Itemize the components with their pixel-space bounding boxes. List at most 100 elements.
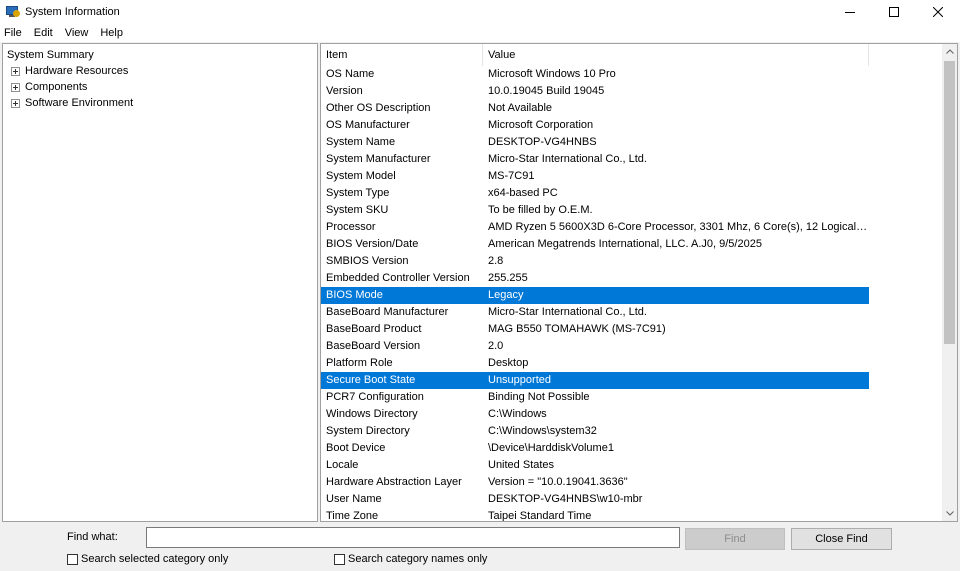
menu-file[interactable]: File: [0, 27, 28, 39]
cell-value: Binding Not Possible: [488, 391, 590, 403]
cell-value: C:\Windows: [488, 408, 547, 420]
table-row[interactable]: Secure Boot State Unsupported: [321, 372, 943, 389]
cell-value: Desktop: [488, 357, 529, 369]
tree-item-label: Components: [25, 81, 88, 93]
expand-icon[interactable]: [11, 82, 20, 92]
search-selected-checkbox[interactable]: Search selected category only: [67, 553, 228, 565]
cell-item: System SKU: [326, 204, 389, 216]
expand-icon[interactable]: [11, 98, 20, 108]
table-row[interactable]: Windows Directory C:\Windows: [321, 406, 943, 423]
table-row[interactable]: System SKU To be filled by O.E.M.: [321, 202, 943, 219]
maximize-icon: [889, 7, 899, 17]
expand-icon[interactable]: [11, 66, 20, 76]
table-row[interactable]: Embedded Controller Version 255.255: [321, 270, 943, 287]
table-row[interactable]: Time Zone Taipei Standard Time: [321, 508, 943, 521]
table-row[interactable]: BIOS Version/Date American Megatrends Int…: [321, 236, 943, 253]
cell-value: DESKTOP-VG4HNBS: [488, 136, 597, 148]
cell-item: Windows Directory: [326, 408, 418, 420]
tree-item-system-summary[interactable]: System Summary: [7, 47, 94, 63]
table-row[interactable]: PCR7 Configuration Binding Not Possible: [321, 389, 943, 406]
menu-bar: File Edit View Help: [0, 24, 960, 42]
find-label: Find what:: [67, 531, 118, 543]
scroll-up-button[interactable]: [942, 44, 957, 59]
cell-item: Locale: [326, 459, 359, 471]
tree-item-label: System Summary: [7, 49, 94, 61]
find-bar: Find what: Find Close Find Search select…: [0, 524, 960, 571]
cell-item: User Name: [326, 493, 382, 505]
cell-value: To be filled by O.E.M.: [488, 204, 593, 216]
cell-item: System Directory: [326, 425, 410, 437]
table-row[interactable]: BaseBoard Version 2.0: [321, 338, 943, 355]
find-input[interactable]: [146, 527, 680, 548]
tree-item-components[interactable]: Components: [11, 79, 87, 95]
checkbox-label: Search selected category only: [81, 553, 229, 565]
cell-value: 2.0: [488, 340, 504, 352]
table-row[interactable]: BaseBoard Product MAG B550 TOMAHAWK (MS-7…: [321, 321, 943, 338]
table-row[interactable]: System Manufacturer Micro-Star Internatio…: [321, 151, 943, 168]
vertical-scrollbar[interactable]: [942, 44, 957, 521]
cell-value: Not Available: [488, 102, 553, 114]
cell-item: Other OS Description: [326, 102, 431, 114]
maximize-button[interactable]: [872, 0, 916, 24]
table-row[interactable]: Locale United States: [321, 457, 943, 474]
cell-item: BIOS Mode: [321, 287, 483, 304]
table-row[interactable]: OS Name Microsoft Windows 10 Pro: [321, 66, 943, 83]
title-bar: System Information: [0, 0, 960, 24]
find-button[interactable]: Find: [685, 528, 785, 550]
cell-value: Legacy: [483, 287, 869, 304]
cell-value: Unsupported: [483, 372, 869, 389]
checkbox-box[interactable]: [334, 553, 345, 565]
cell-item: BaseBoard Version: [326, 340, 421, 352]
close-find-button[interactable]: Close Find: [791, 528, 892, 550]
table-row[interactable]: System Type x64-based PC: [321, 185, 943, 202]
cell-value: C:\Windows\system32: [488, 425, 597, 437]
cell-value: United States: [488, 459, 555, 471]
minimize-button[interactable]: [828, 0, 872, 24]
table-row[interactable]: Hardware Abstraction Layer Version = "10.…: [321, 474, 943, 491]
close-icon: [933, 7, 943, 17]
cell-value: Microsoft Corporation: [488, 119, 594, 131]
cell-item: Version: [326, 85, 363, 97]
table-row[interactable]: System Model MS-7C91: [321, 168, 943, 185]
table-row[interactable]: SMBIOS Version 2.8: [321, 253, 943, 270]
window-title: System Information: [25, 6, 120, 18]
scroll-thumb[interactable]: [944, 61, 955, 344]
scroll-down-button[interactable]: [942, 506, 957, 521]
close-button[interactable]: [916, 0, 960, 24]
menu-help[interactable]: Help: [94, 27, 129, 39]
table-row[interactable]: User Name DESKTOP-VG4HNBS\w10-mbr: [321, 491, 943, 508]
search-names-checkbox[interactable]: Search category names only: [334, 553, 487, 565]
menu-view[interactable]: View: [59, 27, 95, 39]
table-row[interactable]: OS Manufacturer Microsoft Corporation: [321, 117, 943, 134]
table-row[interactable]: Version 10.0.19045 Build 19045: [321, 83, 943, 100]
cell-value: Version = "10.0.19041.3636": [488, 476, 628, 488]
cell-item: BIOS Version/Date: [326, 238, 419, 250]
minimize-icon: [845, 12, 855, 13]
cell-item: System Type: [326, 187, 390, 199]
tree-item-hardware-resources[interactable]: Hardware Resources: [11, 63, 128, 79]
tree-item-label: Software Environment: [25, 97, 134, 109]
chevron-down-icon: [945, 511, 954, 516]
table-row[interactable]: System Directory C:\Windows\system32: [321, 423, 943, 440]
cell-item: BaseBoard Product: [326, 323, 422, 335]
checkbox-box[interactable]: [67, 553, 78, 565]
chevron-up-icon: [945, 49, 954, 54]
column-header-value[interactable]: Value: [483, 44, 869, 66]
table-row[interactable]: Platform Role Desktop: [321, 355, 943, 372]
menu-edit[interactable]: Edit: [28, 27, 59, 39]
list-header: Item Value: [321, 44, 943, 66]
cell-item: System Manufacturer: [326, 153, 431, 165]
cell-item: System Model: [326, 170, 396, 182]
cell-value: 2.8: [488, 255, 504, 267]
window-controls: [828, 0, 960, 24]
column-header-item[interactable]: Item: [321, 44, 483, 66]
table-row[interactable]: System Name DESKTOP-VG4HNBS: [321, 134, 943, 151]
tree-item-software-environment[interactable]: Software Environment: [11, 95, 133, 111]
table-row[interactable]: BaseBoard Manufacturer Micro-Star Interna…: [321, 304, 943, 321]
table-row[interactable]: Processor AMD Ryzen 5 5600X3D 6-Core Proc…: [321, 219, 943, 236]
table-row[interactable]: BIOS Mode Legacy: [321, 287, 943, 304]
cell-value: x64-based PC: [488, 187, 558, 199]
cell-item: OS Name: [326, 68, 375, 80]
table-row[interactable]: Boot Device \Device\HarddiskVolume1: [321, 440, 943, 457]
table-row[interactable]: Other OS Description Not Available: [321, 100, 943, 117]
